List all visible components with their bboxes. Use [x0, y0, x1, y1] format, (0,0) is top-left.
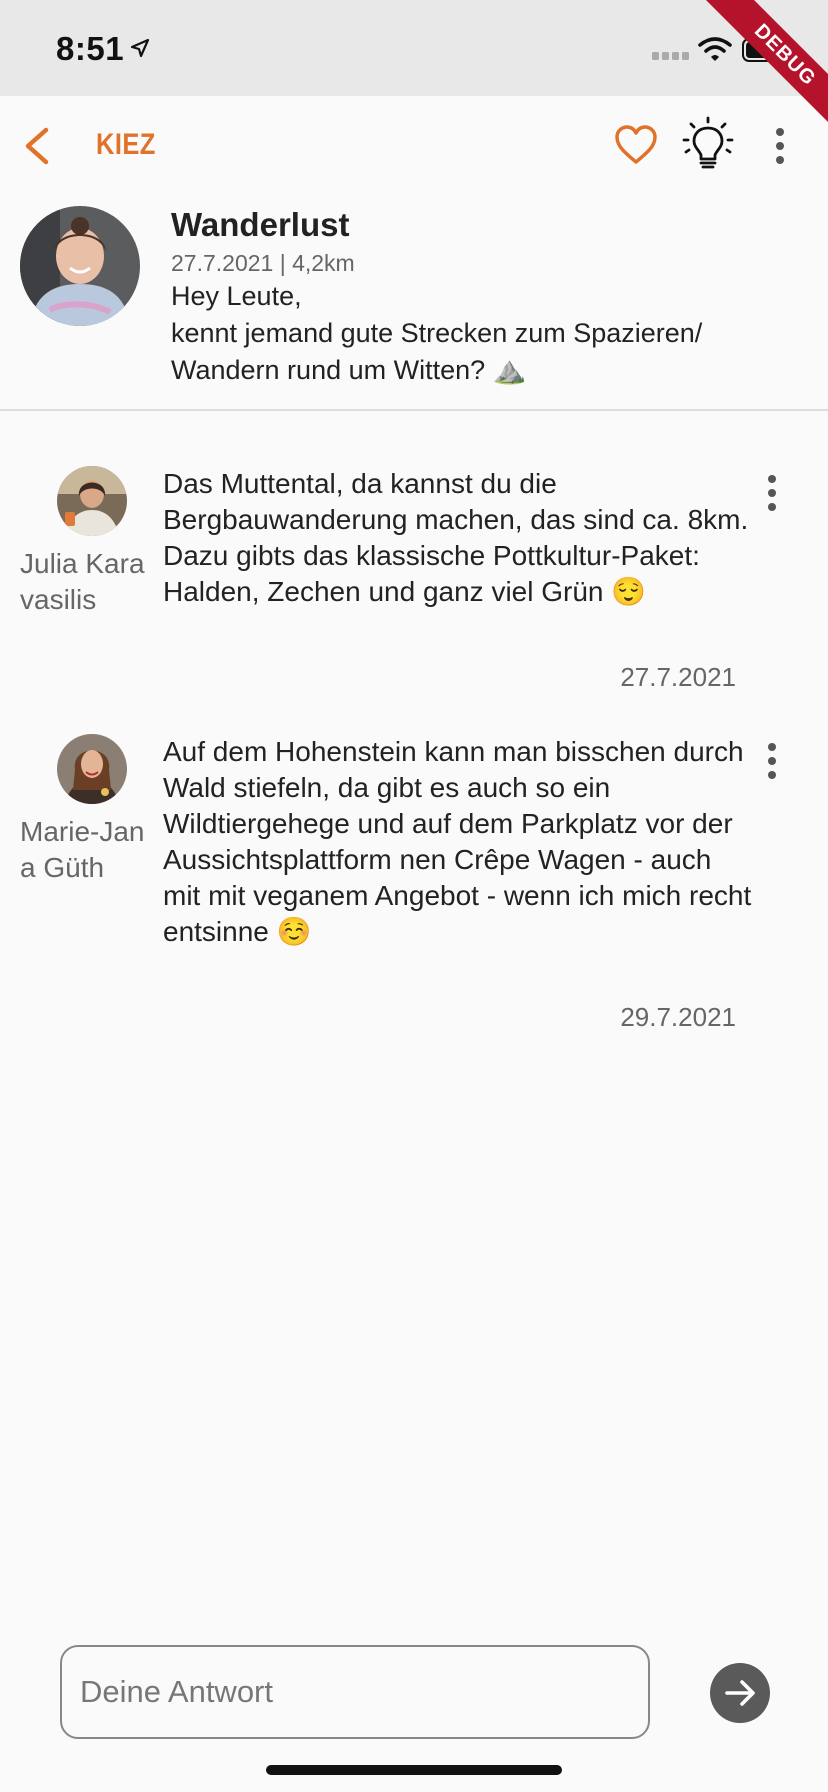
cellular-signal-icon: [652, 52, 689, 60]
back-arrow-icon[interactable]: [18, 124, 58, 168]
lightbulb-icon[interactable]: [682, 116, 734, 172]
comment-date: 27.7.2021: [620, 662, 736, 692]
comment-author-name[interactable]: Julia Karavasilis: [20, 546, 158, 618]
app-bar: KIEZ: [0, 96, 828, 192]
post-author-avatar[interactable]: [20, 206, 140, 326]
location-arrow-icon: [130, 38, 150, 58]
avatar-photo: [20, 206, 140, 326]
comment-text: Auf dem Hohenstein kann man bisschen dur…: [163, 736, 752, 947]
post-body-line: kennt jemand gute Strecken zum Spazieren…: [171, 318, 703, 385]
avatar-photo: [57, 466, 127, 536]
arrow-right-icon: [725, 1680, 755, 1706]
divider: [0, 409, 828, 411]
post-title: Wanderlust: [171, 206, 350, 243]
status-bar: 8:51 DEBUG: [0, 0, 828, 135]
post-meta: 27.7.2021 | 4,2km: [171, 250, 355, 276]
more-vertical-icon[interactable]: [768, 126, 792, 166]
comment-more-icon[interactable]: [764, 741, 780, 781]
comment-author-avatar[interactable]: [57, 466, 127, 536]
comment-text: Das Muttental, da kannst du die Bergbauw…: [163, 468, 749, 607]
heart-icon[interactable]: [614, 124, 658, 166]
home-indicator: [266, 1765, 562, 1775]
comment-date: 29.7.2021: [620, 1002, 736, 1032]
reply-input[interactable]: [60, 1645, 650, 1739]
comment-author-name[interactable]: Marie-Jana Güth: [20, 814, 158, 886]
post-body-line: Hey Leute,: [171, 281, 302, 311]
post-body: Hey Leute, kennt jemand gute Strecken zu…: [171, 278, 811, 389]
comment-more-icon[interactable]: [764, 473, 780, 513]
app-title: KIEZ: [96, 128, 156, 161]
send-button[interactable]: [710, 1663, 770, 1723]
avatar-photo: [57, 734, 127, 804]
comment-author-avatar[interactable]: [57, 734, 127, 804]
status-time: 8:51: [56, 30, 125, 67]
